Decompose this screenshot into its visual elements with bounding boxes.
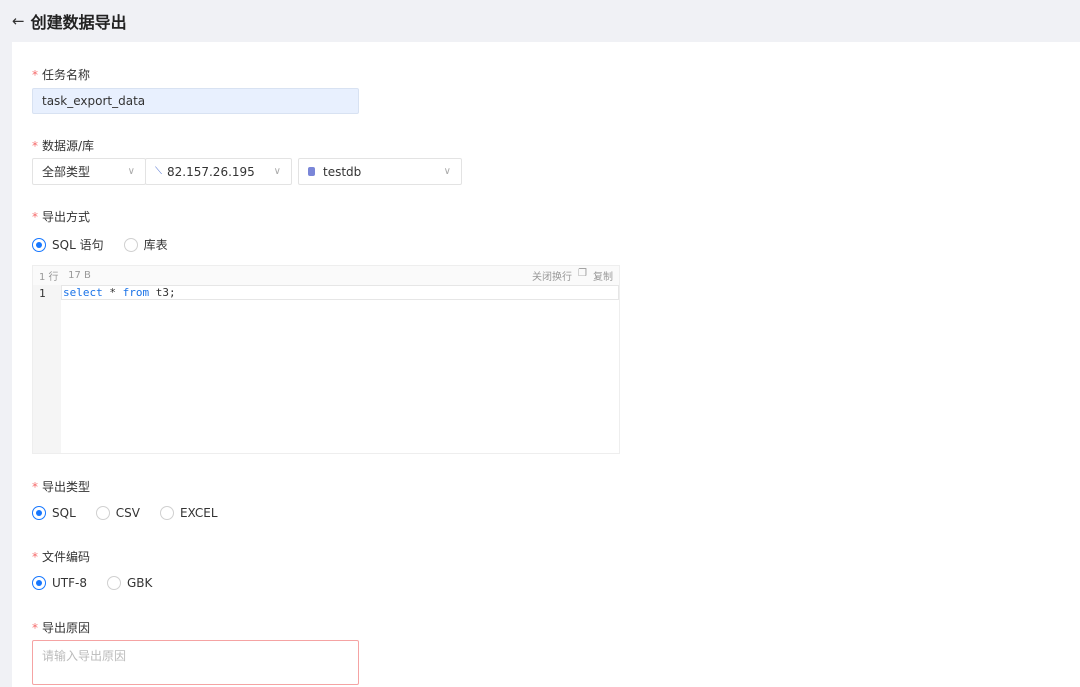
task-name-input[interactable]: task_export_data xyxy=(32,88,359,114)
encoding-label: * 文件编码 xyxy=(32,550,91,564)
type-value: 全部类型 xyxy=(42,165,91,179)
reason-textarea[interactable]: 请输入导出原因 xyxy=(32,640,359,685)
line-number: 1 xyxy=(39,287,46,300)
radio-label: SQL xyxy=(52,506,76,520)
radio-dot xyxy=(159,506,174,520)
code-text: * xyxy=(102,286,123,299)
chevron-down-icon: ∨ xyxy=(273,166,281,177)
radio-dot xyxy=(106,576,121,590)
code-keyword: from xyxy=(122,286,150,299)
code-keyword: select xyxy=(63,286,103,299)
radio-dot xyxy=(95,506,110,520)
wrap-toggle-button[interactable]: 关闭换行 xyxy=(532,268,572,283)
copy-button[interactable]: 复制 xyxy=(593,268,613,283)
database-select[interactable]: testdb ∨ xyxy=(298,158,462,185)
radio-label: GBK xyxy=(126,576,153,590)
mysql-icon: ⟍ xyxy=(155,166,162,177)
page-header: ← 创建数据导出 xyxy=(0,0,1080,42)
radio-dot xyxy=(123,237,138,252)
editor-gutter xyxy=(33,285,61,453)
radio-sql-statement[interactable]: SQL 语句 xyxy=(32,236,104,253)
copy-icon[interactable]: ❐ xyxy=(578,268,587,283)
radio-dot xyxy=(32,237,46,252)
encoding-radio-group: UTF-8 GBK xyxy=(32,576,172,590)
task-name-label: * 任务名称 xyxy=(32,68,91,82)
radio-utf8[interactable]: UTF-8 xyxy=(32,576,87,590)
sql-editor[interactable]: 1 行 17 B 关闭换行 ❐ 复制 1 select * from t3; xyxy=(32,265,620,454)
radio-csv[interactable]: CSV xyxy=(95,506,140,520)
host-value: 82.157.26.195 xyxy=(167,164,255,179)
radio-label: EXCEL xyxy=(179,506,218,520)
radio-dot xyxy=(32,506,46,520)
radio-excel[interactable]: EXCEL xyxy=(159,506,218,520)
form-card: * 任务名称 task_export_data * 数据源/库 全部类型 ∨ ⟍ 82.… xyxy=(12,42,1080,687)
radio-label: UTF-8 xyxy=(52,576,87,590)
radio-label: 库表 xyxy=(143,238,168,252)
type-select[interactable]: 全部类型 ∨ xyxy=(32,158,146,185)
export-type-label: * 导出类型 xyxy=(32,480,91,494)
database-value: testdb xyxy=(323,164,362,179)
byte-size: 17 B xyxy=(68,270,91,281)
radio-label: SQL 语句 xyxy=(52,238,104,252)
code-text: t3; xyxy=(149,286,176,299)
chevron-down-icon: ∨ xyxy=(127,166,135,177)
chevron-down-icon: ∨ xyxy=(443,166,451,177)
database-icon xyxy=(308,167,315,176)
editor-toolbar: 1 行 17 B 关闭换行 ❐ 复制 xyxy=(33,266,619,285)
page-title: 创建数据导出 xyxy=(30,13,127,32)
datasource-label: * 数据源/库 xyxy=(32,139,95,153)
host-select[interactable]: ⟍ 82.157.26.195 ∨ xyxy=(145,158,292,185)
line-count: 1 行 xyxy=(39,272,59,283)
radio-label: CSV xyxy=(115,506,140,520)
arrow-left-icon[interactable]: ← xyxy=(12,12,25,30)
export-mode-label: * 导出方式 xyxy=(32,210,91,224)
radio-gbk[interactable]: GBK xyxy=(106,576,153,590)
reason-label: * 导出原因 xyxy=(32,621,91,635)
radio-sql[interactable]: SQL xyxy=(32,506,76,520)
code-line[interactable]: select * from t3; xyxy=(61,285,619,300)
export-mode-radio-group: SQL 语句 库表 xyxy=(32,236,188,253)
export-type-radio-group: SQL CSV EXCEL xyxy=(32,506,238,520)
radio-tables[interactable]: 库表 xyxy=(123,236,168,253)
radio-dot xyxy=(32,576,46,590)
